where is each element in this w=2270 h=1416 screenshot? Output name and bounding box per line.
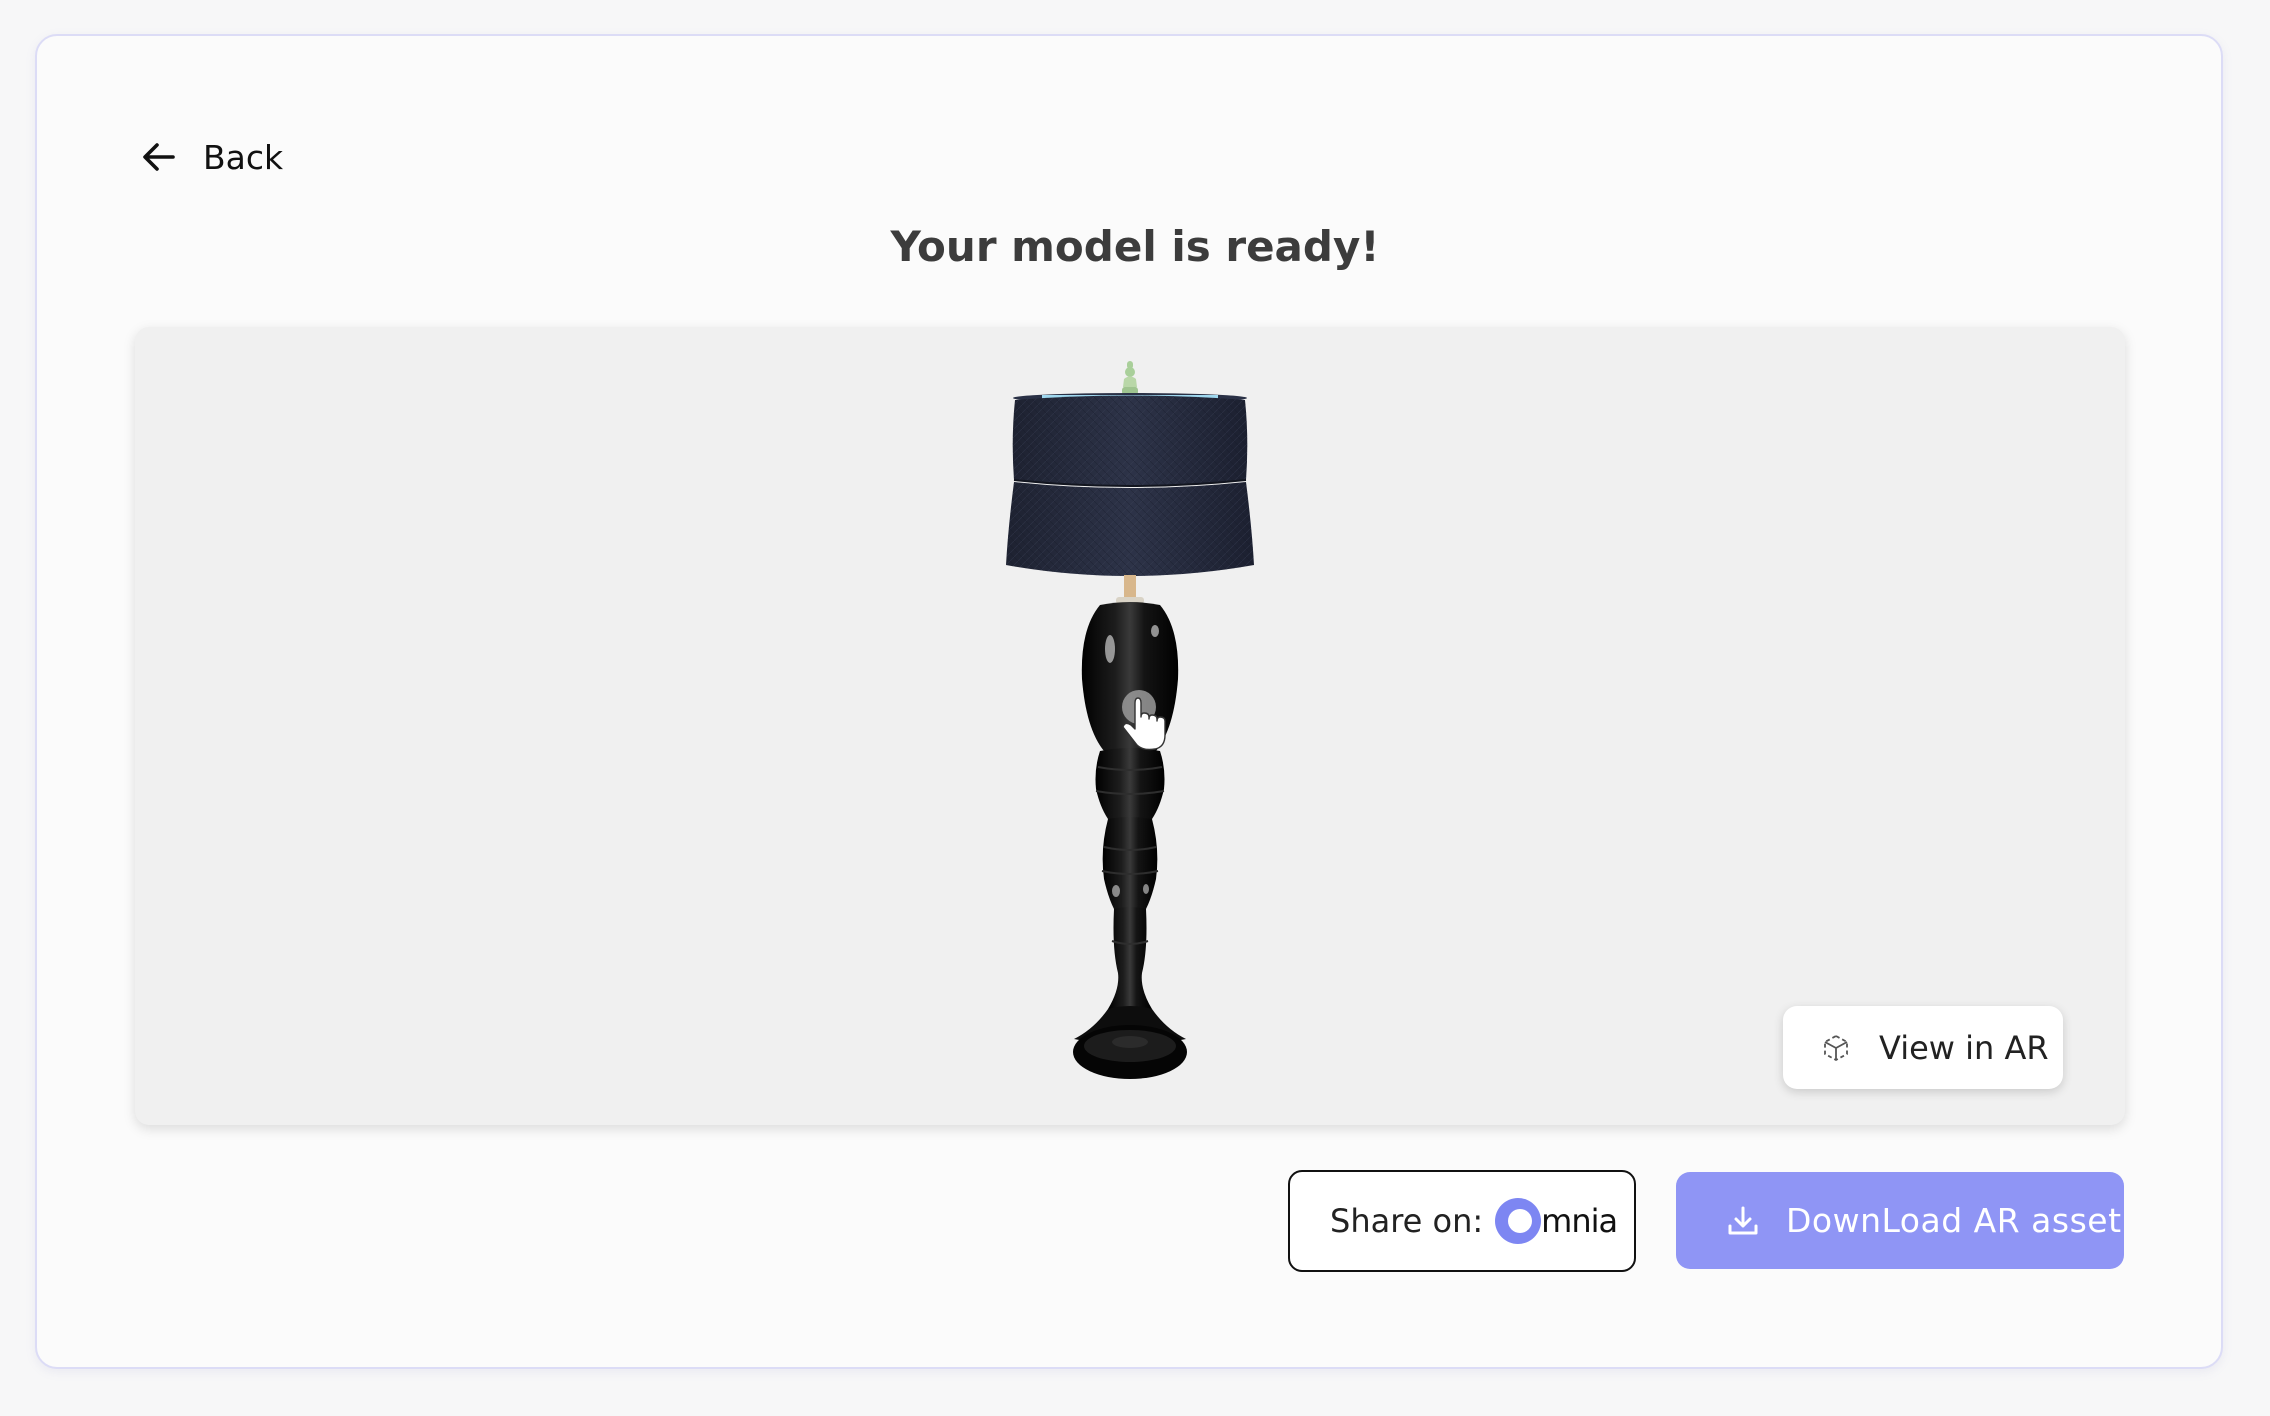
omnia-logo: mnia <box>1493 1196 1618 1246</box>
cube-icon <box>1821 1033 1851 1063</box>
back-button[interactable]: Back <box>139 130 283 184</box>
page-title: Your model is ready! <box>890 222 1380 271</box>
share-label: Share on: <box>1330 1202 1484 1240</box>
share-on-omnia-button[interactable]: Share on: mnia <box>1288 1170 1636 1272</box>
arrow-left-icon <box>143 143 175 171</box>
tap-hand-icon <box>1122 690 1166 751</box>
model-viewer[interactable]: View in AR <box>135 327 2125 1125</box>
download-label: DownLoad AR asset <box>1786 1201 2122 1240</box>
omnia-brand-text: mnia <box>1541 1202 1618 1240</box>
download-icon <box>1726 1204 1760 1238</box>
download-ar-asset-button[interactable]: DownLoad AR asset <box>1676 1172 2124 1269</box>
view-in-ar-label: View in AR <box>1879 1028 2049 1067</box>
view-in-ar-button[interactable]: View in AR <box>1783 1006 2063 1089</box>
back-label: Back <box>203 137 284 177</box>
omnia-o-icon <box>1495 1198 1542 1244</box>
